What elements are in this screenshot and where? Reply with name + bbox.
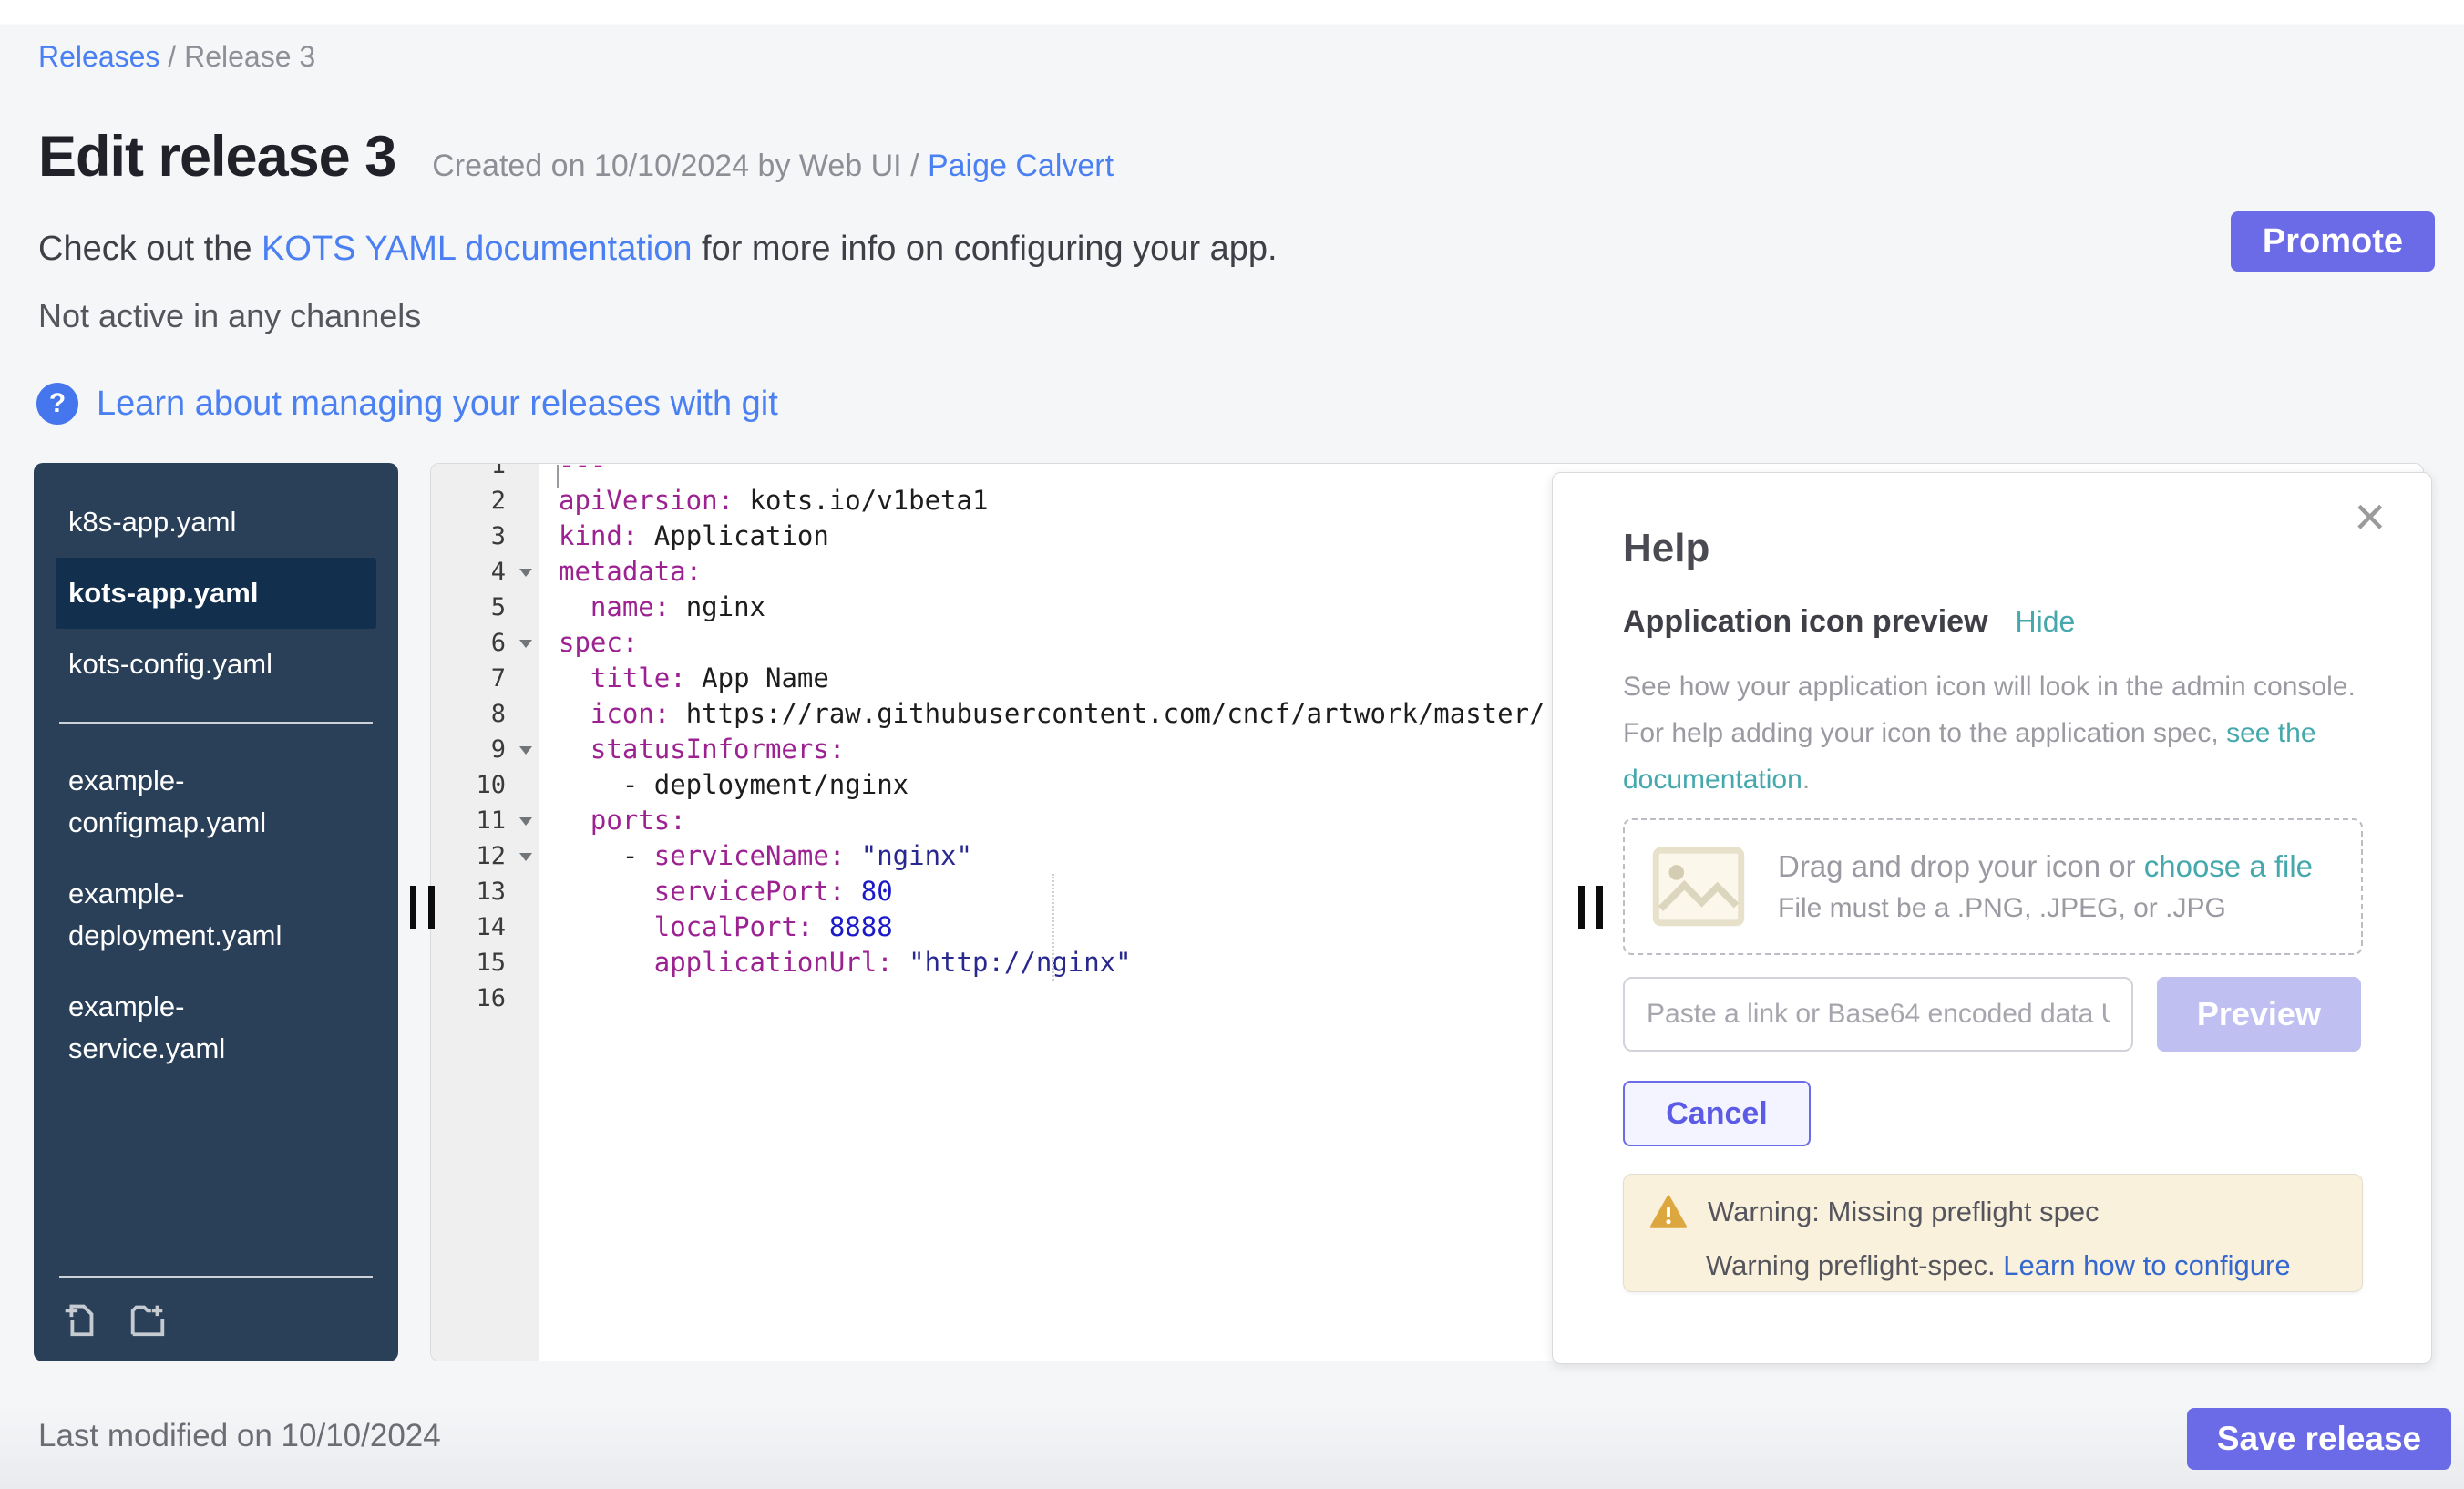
file-item-kots-config[interactable]: kots-config.yaml [56, 629, 345, 700]
new-folder-icon[interactable] [127, 1298, 169, 1340]
fold-arrow-icon[interactable] [519, 640, 532, 648]
created-text: Created on 10/10/2024 by Web UI / [432, 149, 928, 183]
dropzone-line2: File must be a .PNG, .JPEG, or .JPG [1778, 893, 2313, 924]
new-file-icon[interactable] [59, 1298, 101, 1340]
resize-handle-right[interactable] [1578, 886, 1603, 929]
indent-guide [1052, 874, 1054, 981]
line-number: 7 [431, 661, 539, 696]
line-number: 14 [431, 909, 539, 945]
icon-url-row: Preview [1623, 977, 2361, 1052]
breadcrumb-current: Release 3 [184, 40, 315, 73]
line-number: 16 [431, 981, 539, 1016]
file-list: k8s-app.yaml kots-app.yaml kots-config.y… [34, 463, 398, 1084]
breadcrumb: Releases / Release 3 [38, 40, 315, 74]
cancel-button[interactable]: Cancel [1623, 1081, 1811, 1146]
git-releases-link[interactable]: Learn about managing your releases with … [97, 385, 778, 424]
learn-configure-link[interactable]: Learn how to configure [2003, 1249, 2290, 1281]
line-number: 3 [431, 519, 539, 554]
file-item-example-deployment[interactable]: example-deployment.yaml [56, 858, 345, 971]
created-author-link[interactable]: Paige Calvert [928, 149, 1114, 183]
question-icon: ? [36, 383, 78, 425]
warning-box: Warning: Missing preflight spec Warning … [1623, 1174, 2363, 1292]
file-tree-panel: k8s-app.yaml kots-app.yaml kots-config.y… [34, 463, 398, 1361]
git-help-row: ? Learn about managing your releases wit… [36, 383, 778, 425]
fold-arrow-icon[interactable] [519, 853, 532, 861]
promote-button[interactable]: Promote [2231, 211, 2435, 272]
title-row: Edit release 3 Created on 10/10/2024 by … [38, 124, 1114, 190]
close-icon[interactable]: ✕ [2345, 489, 2395, 546]
line-number: 6 [431, 625, 539, 661]
icon-preview-section-header: Application icon preview Hide [1623, 604, 2361, 640]
warning-icon [1649, 1195, 1688, 1229]
kots-yaml-doc-link[interactable]: KOTS YAML documentation [262, 230, 692, 268]
fold-arrow-icon[interactable] [519, 817, 532, 826]
icon-preview-title: Application icon preview [1623, 604, 1988, 640]
line-number: 5 [431, 590, 539, 625]
page-title: Edit release 3 [38, 124, 395, 190]
line-number: 12 [431, 838, 539, 874]
image-placeholder-icon [1650, 846, 1747, 928]
warning-row-2: Warning preflight-spec. Learn how to con… [1649, 1249, 2336, 1282]
breadcrumb-separator: / [159, 40, 184, 73]
icon-url-input[interactable] [1623, 977, 2133, 1052]
choose-file-link[interactable]: choose a file [2144, 849, 2313, 883]
dropzone-line1: Drag and drop your icon or [1778, 849, 2144, 883]
description-period: . [1802, 765, 1810, 795]
created-info: Created on 10/10/2024 by Web UI / Paige … [432, 149, 1114, 184]
line-number: 4 [431, 554, 539, 590]
icon-dropzone[interactable]: Drag and drop your icon or choose a file… [1623, 818, 2363, 955]
channel-status: Not active in any channels [38, 297, 421, 335]
text-cursor [557, 465, 559, 488]
doc-line-suffix: for more info on configuring your app. [692, 230, 1277, 268]
file-item-example-configmap[interactable]: example-configmap.yaml [56, 745, 345, 858]
fold-arrow-icon[interactable] [519, 569, 532, 577]
doc-helper-line: Check out the KOTS YAML documentation fo… [38, 230, 1278, 269]
fold-arrow-icon[interactable] [519, 746, 532, 755]
line-number: 10 [431, 767, 539, 803]
last-modified-text: Last modified on 10/10/2024 [38, 1418, 441, 1454]
file-item-example-service[interactable]: example-service.yaml [56, 971, 345, 1084]
file-actions [59, 1276, 373, 1340]
line-number: 2 [431, 483, 539, 519]
warning-detail: Warning preflight-spec. [1706, 1249, 2003, 1281]
line-number: 11 [431, 803, 539, 838]
line-number: 8 [431, 696, 539, 732]
file-list-divider [59, 722, 373, 724]
warning-title: Warning: Missing preflight spec [1708, 1196, 2100, 1228]
warning-row-1: Warning: Missing preflight spec [1649, 1195, 2336, 1229]
help-panel-title: Help [1623, 526, 2361, 571]
resize-handle-left[interactable] [410, 886, 435, 929]
save-release-button[interactable]: Save release [2187, 1408, 2451, 1470]
file-item-kots-app-selected[interactable]: kots-app.yaml [56, 558, 376, 629]
help-panel: ✕ Help Application icon preview Hide See… [1552, 472, 2432, 1364]
breadcrumb-releases-link[interactable]: Releases [38, 40, 159, 73]
line-number: 15 [431, 945, 539, 981]
icon-preview-description: See how your application icon will look … [1623, 663, 2363, 803]
preview-button[interactable]: Preview [2157, 977, 2361, 1052]
dropzone-text: Drag and drop your icon or choose a file… [1778, 849, 2313, 924]
line-number: 13 [431, 874, 539, 909]
doc-line-prefix: Check out the [38, 230, 262, 268]
line-number: 9 [431, 732, 539, 767]
hide-link[interactable]: Hide [2016, 605, 2076, 639]
file-item-k8s-app[interactable]: k8s-app.yaml [56, 487, 345, 558]
line-number: 1 [431, 463, 539, 483]
